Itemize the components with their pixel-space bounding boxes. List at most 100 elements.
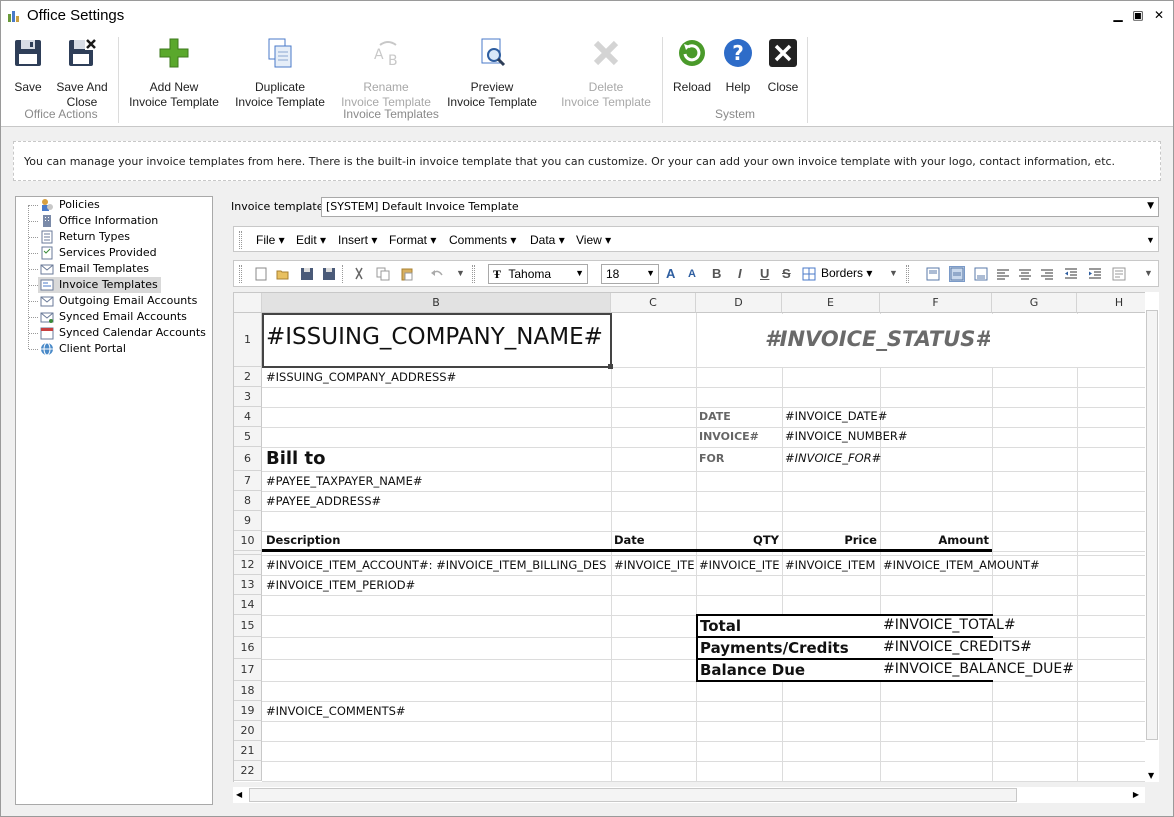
cell-total-value[interactable]: #INVOICE_TOTAL#	[883, 617, 1016, 633]
row-header[interactable]: 10	[234, 531, 262, 551]
align-center-icon[interactable]	[1018, 267, 1032, 281]
cell-balance-label[interactable]: Balance Due	[700, 661, 805, 679]
save-all-icon[interactable]	[322, 267, 336, 281]
paste-icon[interactable]	[400, 267, 414, 281]
scroll-right-icon[interactable]: ▶	[1133, 790, 1139, 799]
row-header[interactable]: 4	[234, 407, 262, 427]
save-button[interactable]: Save	[9, 37, 47, 95]
cell-invoice-number[interactable]: #INVOICE_NUMBER#	[785, 429, 908, 443]
duplicate-invoice-template-button[interactable]: Duplicate Invoice Template	[231, 37, 329, 110]
cell-invoice-status[interactable]: #INVOICE_STATUS#	[734, 327, 990, 351]
cell-hdr-price[interactable]: Price	[782, 533, 877, 547]
open-folder-icon[interactable]	[276, 267, 290, 281]
row-header[interactable]: 6	[234, 447, 262, 471]
copy-icon[interactable]	[376, 267, 390, 281]
align-middle-icon[interactable]	[949, 266, 965, 282]
menu-format[interactable]: Format ▾	[389, 233, 436, 247]
chevron-down-icon[interactable]: ▼	[889, 268, 898, 278]
row-header[interactable]: 19	[234, 701, 262, 721]
fill-handle[interactable]	[608, 364, 613, 369]
cell-item-price[interactable]: #INVOICE_ITEM	[785, 558, 879, 572]
row-header[interactable]: 5	[234, 427, 262, 447]
row-header[interactable]: 21	[234, 741, 262, 761]
cell-item-period[interactable]: #INVOICE_ITEM_PERIOD#	[266, 578, 415, 592]
cell-total-label[interactable]: Total	[700, 617, 741, 635]
cell-hdr-amount[interactable]: Amount	[880, 533, 989, 547]
menu-data[interactable]: Data ▾	[530, 233, 565, 247]
row-header[interactable]: 20	[234, 721, 262, 741]
sidebar-item-invoice-templates[interactable]: Invoice Templates	[38, 277, 161, 293]
cell-company-name[interactable]: #ISSUING_COMPANY_NAME#	[266, 324, 603, 350]
spreadsheet-grid[interactable]: B C D E F G H 1 2 3 4 5 6 7 8 9 10 12 13…	[233, 292, 1145, 782]
close-window-icon[interactable]: ✕	[1151, 7, 1167, 23]
row-header[interactable]: 16	[234, 637, 262, 659]
help-button[interactable]: ? Help	[719, 37, 757, 95]
menu-view[interactable]: View ▾	[576, 233, 611, 247]
cell-item-date[interactable]: #INVOICE_ITE	[614, 558, 695, 572]
maximize-icon[interactable]: ▣	[1130, 7, 1146, 23]
invoice-template-select[interactable]: [SYSTEM] Default Invoice Template ▼	[321, 197, 1159, 217]
chevron-down-icon[interactable]: ▼	[1144, 268, 1153, 278]
sidebar-item-services-provided[interactable]: Services Provided	[38, 245, 160, 261]
row-header[interactable]: 14	[234, 595, 262, 615]
cell-payments-value[interactable]: #INVOICE_CREDITS#	[883, 639, 1032, 655]
preview-invoice-template-button[interactable]: Preview Invoice Template	[443, 37, 541, 110]
row-header[interactable]: 13	[234, 575, 262, 595]
cell-item-account[interactable]: #INVOICE_ITEM_ACCOUNT#: #INVOICE_ITEM_BI…	[266, 558, 610, 572]
scroll-left-icon[interactable]: ◀	[236, 790, 242, 799]
row-header[interactable]: 7	[234, 471, 262, 491]
delete-invoice-template-button[interactable]: Delete Invoice Template	[557, 37, 655, 110]
cell-company-address[interactable]: #ISSUING_COMPANY_ADDRESS#	[266, 370, 456, 384]
cell-invoice-date[interactable]: #INVOICE_DATE#	[785, 409, 887, 423]
vertical-scrollbar[interactable]: ▼	[1145, 292, 1159, 782]
chevron-down-icon[interactable]: ▼	[1146, 235, 1155, 245]
row-header[interactable]: 8	[234, 491, 262, 511]
row-header[interactable]: 22	[234, 761, 262, 781]
row-header[interactable]: 3	[234, 387, 262, 407]
menu-insert[interactable]: Insert ▾	[338, 233, 377, 247]
rename-invoice-template-button[interactable]: AB Rename Invoice Template	[337, 37, 435, 110]
increase-indent-icon[interactable]	[1088, 267, 1102, 281]
cell-date-label[interactable]: DATE	[699, 410, 731, 423]
horizontal-scrollbar[interactable]: ◀ ▶	[233, 787, 1145, 803]
column-header-f[interactable]: F	[880, 293, 992, 313]
column-header-b[interactable]: B	[262, 293, 611, 313]
save-icon[interactable]	[300, 267, 314, 281]
save-and-close-button[interactable]: Save And Close	[53, 37, 111, 110]
cell-balance-value[interactable]: #INVOICE_BALANCE_DUE#	[883, 661, 1074, 677]
undo-dropdown-icon[interactable]: ▼	[456, 268, 465, 278]
cell-bill-to[interactable]: Bill to	[266, 448, 325, 469]
row-header[interactable]: 18	[234, 681, 262, 701]
row-header[interactable]: 12	[234, 555, 262, 575]
close-button[interactable]: Close	[763, 37, 803, 95]
cell-hdr-description[interactable]: Description	[266, 533, 340, 547]
italic-button[interactable]: I	[738, 266, 742, 281]
cell-item-qty[interactable]: #INVOICE_ITE	[699, 558, 781, 572]
align-bottom-icon[interactable]	[974, 267, 988, 281]
sidebar-item-client-portal[interactable]: Client Portal	[38, 341, 129, 357]
scroll-down-icon[interactable]: ▼	[1148, 771, 1154, 780]
cell-hdr-date[interactable]: Date	[614, 533, 645, 547]
cell-comments[interactable]: #INVOICE_COMMENTS#	[266, 704, 406, 718]
row-header[interactable]: 17	[234, 659, 262, 681]
cell-invoice-label[interactable]: INVOICE#	[699, 430, 759, 443]
bold-button[interactable]: B	[712, 266, 721, 281]
sidebar-item-synced-email-accounts[interactable]: Synced Email Accounts	[38, 309, 190, 325]
reload-button[interactable]: Reload	[669, 37, 715, 95]
cut-icon[interactable]	[352, 267, 366, 281]
decrease-indent-icon[interactable]	[1064, 267, 1078, 281]
column-header-c[interactable]: C	[611, 293, 696, 313]
sidebar-item-synced-calendar-accounts[interactable]: Synced Calendar Accounts	[38, 325, 209, 341]
undo-icon[interactable]	[430, 267, 444, 281]
menu-file[interactable]: File ▾	[256, 233, 285, 247]
cell-invoice-for[interactable]: #INVOICE_FOR#	[785, 451, 881, 465]
row-header[interactable]: 1	[234, 313, 262, 367]
sidebar-item-office-information[interactable]: Office Information	[38, 213, 161, 229]
underline-button[interactable]: U	[760, 266, 769, 281]
column-header-d[interactable]: D	[696, 293, 782, 313]
sidebar-item-email-templates[interactable]: Email Templates	[38, 261, 152, 277]
column-header-h[interactable]: H	[1077, 293, 1145, 313]
borders-dropdown[interactable]: Borders ▾	[821, 266, 872, 280]
cell-item-amount[interactable]: #INVOICE_ITEM_AMOUNT#	[883, 558, 1040, 572]
sidebar-item-return-types[interactable]: Return Types	[38, 229, 133, 245]
